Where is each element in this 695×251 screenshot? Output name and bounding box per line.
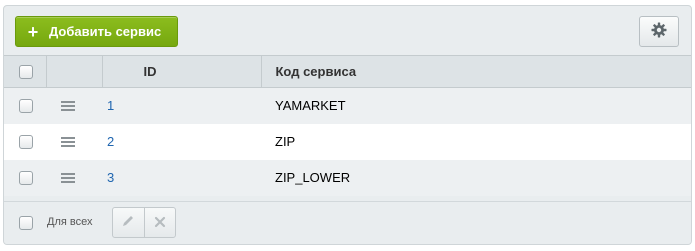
row-code: YAMARKET — [275, 98, 346, 114]
edit-button[interactable] — [113, 208, 144, 237]
settings-button[interactable] — [639, 16, 679, 47]
row-id-link[interactable]: 2 — [102, 134, 114, 149]
column-header-id[interactable]: ID — [101, 55, 261, 88]
grid-panel: + Добавить сервис ID Код сервиса 1 YAMAR… — [3, 5, 692, 245]
column-header-code[interactable]: Код сервиса — [260, 55, 691, 88]
delete-button[interactable] — [143, 208, 175, 237]
pencil-icon — [121, 214, 135, 231]
table-row[interactable]: 3 ZIP_LOWER — [4, 159, 691, 196]
add-service-label: Добавить сервис — [49, 24, 162, 39]
gear-icon — [651, 22, 667, 41]
row-code: ZIP — [275, 134, 296, 149]
table-footer: Для всех — [4, 201, 691, 244]
plus-icon: + — [27, 21, 39, 42]
table-row[interactable]: 2 ZIP — [4, 123, 691, 160]
add-service-button[interactable]: + Добавить сервис — [15, 16, 178, 47]
drag-column-header — [45, 55, 102, 88]
drag-handle-icon[interactable] — [61, 136, 75, 147]
drag-handle-icon[interactable] — [61, 172, 75, 183]
drag-handle-icon[interactable] — [61, 100, 75, 111]
table-header-row: ID Код сервиса — [4, 55, 691, 88]
row-code: ZIP_LOWER — [275, 170, 351, 185]
row-checkbox[interactable] — [19, 134, 33, 149]
column-header-code-label: Код сервиса — [275, 64, 357, 79]
close-icon — [154, 215, 166, 231]
row-checkbox[interactable] — [19, 170, 33, 185]
apply-to-all-label: Для всех — [47, 216, 93, 228]
column-header-id-label: ID — [143, 64, 157, 79]
table-row[interactable]: 1 YAMARKET — [4, 87, 691, 124]
row-id-link[interactable]: 3 — [102, 170, 114, 185]
group-actions — [112, 207, 176, 238]
apply-to-all-checkbox[interactable] — [19, 216, 33, 230]
select-all-checkbox[interactable] — [19, 64, 33, 79]
row-id-link[interactable]: 1 — [102, 98, 114, 113]
row-checkbox[interactable] — [19, 98, 33, 113]
select-all-header — [4, 55, 46, 88]
services-table: ID Код сервиса 1 YAMARKET 2 ZIP 3 ZIP_LO… — [4, 55, 691, 196]
